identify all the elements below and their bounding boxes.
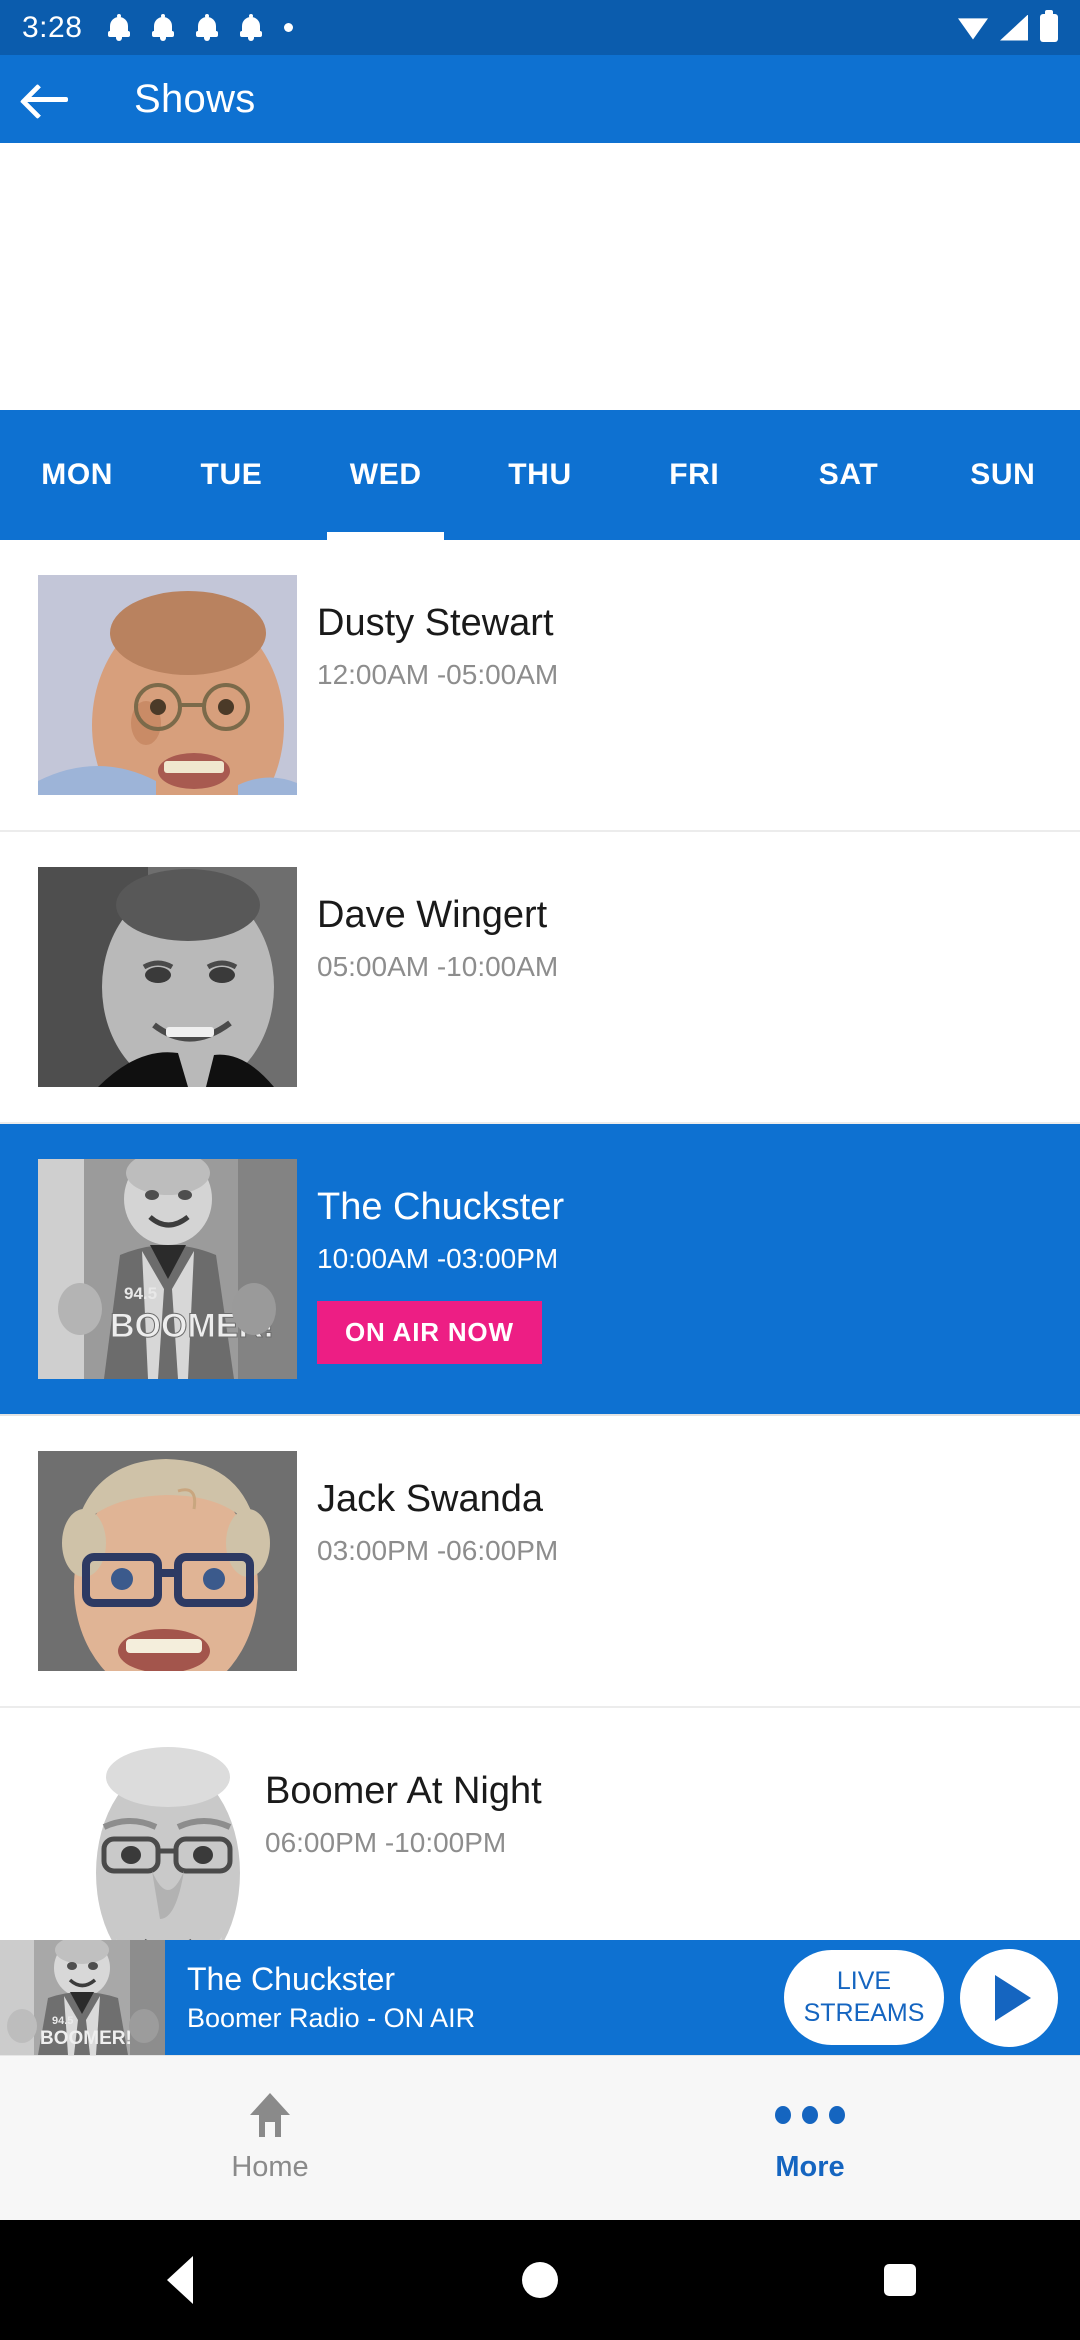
status-bar-system-icons [958,9,1058,42]
live-streams-label-line2: STREAMS [803,1998,925,2027]
tab-sun[interactable]: SUN [926,410,1080,540]
show-list-item-on-air[interactable]: 94.5 BOOMER! The Chuckster 10:00AM -03:0… [0,1124,1080,1416]
android-home-button[interactable] [360,2262,720,2298]
show-list-item[interactable]: Dave Wingert 05:00AM -10:00AM [0,832,1080,1124]
show-name: Jack Swanda [317,1478,544,1520]
show-thumbnail [38,575,297,795]
live-streams-button[interactable]: LIVE STREAMS [784,1950,944,2045]
bell-icon [152,13,175,41]
bell-icon [196,13,219,41]
android-recents-button[interactable] [720,2264,1080,2296]
now-playing-title: The Chuckster [187,1960,396,1997]
content-gap [0,143,1080,410]
show-time: 05:00AM -10:00AM [317,950,559,982]
show-list-item[interactable]: Jack Swanda 03:00PM -06:00PM [0,1416,1080,1708]
show-name: Dusty Stewart [317,602,554,644]
status-bar-notification-icons [108,13,958,41]
wifi-icon [958,18,988,40]
android-back-button[interactable] [0,2256,360,2304]
now-playing-info: The Chuckster Boomer Radio - ON AIR [187,1961,784,2035]
show-info: The Chuckster 10:00AM -03:00PM ON AIR NO… [317,1159,1080,1364]
show-info: Boomer At Night 06:00PM -10:00PM [265,1743,1080,1859]
status-badge: ON AIR NOW [317,1300,542,1364]
show-name: Dave Wingert [317,894,548,936]
show-name: Boomer At Night [265,1770,542,1812]
show-thumbnail [38,867,297,1087]
bottom-navigation-bar: Home More [0,2055,1080,2220]
svg-text:94.5: 94.5 [124,1284,157,1303]
android-navigation-bar [0,2220,1080,2340]
app-screen: 3:28 Shows MON TUE WED THU FRI SAT SUN D… [0,0,1080,2340]
battery-icon [1040,9,1058,42]
show-time: 12:00AM -05:00AM [317,658,559,690]
nav-item-label: More [775,2150,845,2183]
nav-item-more[interactable]: More [540,2056,1080,2220]
tab-wed[interactable]: WED [309,410,463,540]
back-button[interactable] [0,55,92,143]
show-time: 06:00PM -10:00PM [265,1826,507,1858]
circle-home-icon [522,2262,558,2298]
show-info: Jack Swanda 03:00PM -06:00PM [317,1451,1080,1567]
tab-tue[interactable]: TUE [154,410,308,540]
show-name: The Chuckster [317,1186,565,1228]
now-playing-subtitle: Boomer Radio - ON AIR [187,2003,476,2034]
show-thumbnail: 94.5 BOOMER! [38,1159,297,1379]
three-dots-icon [775,2093,845,2137]
show-schedule-list[interactable]: Dusty Stewart 12:00AM -05:00AM Dave Wing… [0,540,1080,2055]
svg-text:BOOMER!: BOOMER! [40,2028,132,2049]
show-list-item[interactable]: Dusty Stewart 12:00AM -05:00AM [0,540,1080,832]
bell-icon [240,13,263,41]
svg-text:94.5: 94.5 [52,2015,73,2027]
signal-icon [1000,14,1028,41]
app-bar: Shows [0,55,1080,143]
home-icon [246,2092,294,2137]
show-thumbnail [38,1451,297,1671]
show-info: Dusty Stewart 12:00AM -05:00AM [317,575,1080,691]
back-arrow-icon [24,82,68,116]
show-time: 10:00AM -03:00PM [317,1242,559,1274]
triangle-back-icon [167,2256,193,2304]
dot-icon [284,23,294,32]
status-bar-clock: 3:28 [22,10,83,44]
nav-item-home[interactable]: Home [0,2056,540,2220]
show-time: 03:00PM -06:00PM [317,1534,559,1566]
now-playing-thumbnail: 94.5 BOOMER! [0,1940,165,2055]
nav-item-label: Home [231,2150,309,2183]
tab-mon[interactable]: MON [0,410,154,540]
day-tab-bar: MON TUE WED THU FRI SAT SUN [0,410,1080,540]
tab-sat[interactable]: SAT [771,410,925,540]
page-title: Shows [134,76,256,121]
show-info: Dave Wingert 05:00AM -10:00AM [317,867,1080,983]
tab-thu[interactable]: THU [463,410,617,540]
now-playing-bar[interactable]: 94.5 BOOMER! The Chuckster Boomer Radio … [0,1940,1080,2055]
tab-fri[interactable]: FRI [617,410,771,540]
play-button[interactable] [960,1948,1058,2047]
square-recents-icon [884,2264,916,2296]
status-bar: 3:28 [0,0,1080,55]
play-icon [995,1974,1031,2021]
live-streams-label-line1: LIVE [836,1967,892,1996]
bell-icon [108,13,131,41]
